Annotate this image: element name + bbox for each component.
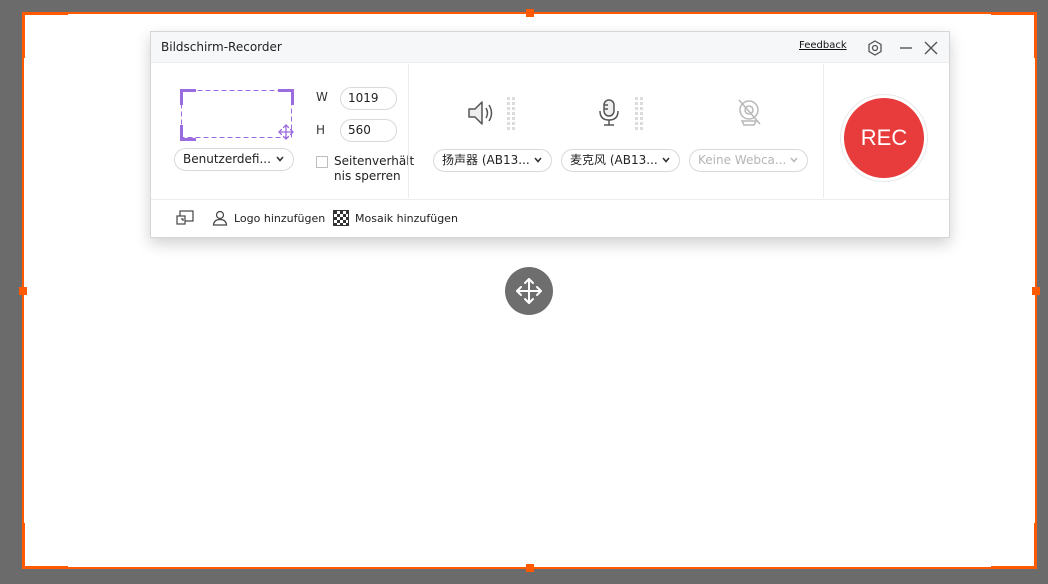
resize-handle-bottom[interactable] bbox=[526, 564, 534, 572]
width-input[interactable]: 1019 bbox=[340, 87, 397, 110]
microphone-icon[interactable] bbox=[593, 97, 625, 133]
title-bar[interactable]: Bildschirm-Recorder Feedback bbox=[151, 32, 949, 63]
speaker-value: 扬声器 (AB13... bbox=[442, 153, 530, 167]
lock-aspect-label: Seitenverhält nis sperren bbox=[334, 154, 415, 183]
webcam-off-icon[interactable] bbox=[733, 97, 765, 133]
settings-icon[interactable] bbox=[866, 39, 884, 57]
window-title: Bildschirm-Recorder bbox=[161, 40, 282, 54]
microphone-dropdown[interactable]: 麦克风 (AB13... bbox=[561, 149, 680, 172]
resize-handle-right[interactable] bbox=[1032, 287, 1040, 295]
add-mosaic-label: Mosaik hinzufügen bbox=[355, 211, 458, 225]
divider bbox=[408, 64, 409, 198]
corner-handle-bottom-left[interactable] bbox=[22, 523, 68, 569]
speaker-icon[interactable] bbox=[465, 97, 497, 133]
bottom-toolbar: Logo hinzufügen Mosaik hinzufügen bbox=[151, 199, 949, 237]
add-logo-label: Logo hinzufügen bbox=[234, 211, 326, 225]
user-logo-icon bbox=[212, 210, 228, 226]
pip-button[interactable] bbox=[176, 210, 200, 226]
chevron-down-icon bbox=[276, 156, 284, 162]
corner-handle-top-left[interactable] bbox=[22, 12, 68, 58]
region-mode-dropdown[interactable]: Benutzerdefi... bbox=[174, 148, 294, 171]
divider bbox=[823, 64, 824, 198]
chevron-down-icon bbox=[534, 157, 542, 163]
close-icon[interactable] bbox=[922, 39, 940, 57]
mosaic-icon bbox=[333, 210, 349, 226]
microphone-value: 麦克风 (AB13... bbox=[570, 153, 658, 167]
region-preview[interactable] bbox=[180, 89, 294, 141]
rec-button[interactable]: REC bbox=[844, 98, 924, 178]
move-region-button[interactable] bbox=[505, 267, 553, 315]
lock-aspect-checkbox[interactable] bbox=[316, 156, 328, 168]
resize-handle-left[interactable] bbox=[19, 287, 27, 295]
resize-handle-top[interactable] bbox=[526, 9, 534, 17]
webcam-dropdown[interactable]: Keine Webca... bbox=[689, 149, 808, 172]
height-input[interactable]: 560 bbox=[340, 119, 397, 142]
corner-handle-bottom-right[interactable] bbox=[991, 523, 1037, 569]
add-logo-button[interactable]: Logo hinzufügen bbox=[212, 210, 325, 226]
chevron-down-icon bbox=[662, 157, 670, 163]
region-mode-value: Benutzerdefi... bbox=[183, 152, 271, 166]
microphone-level-meter bbox=[635, 97, 645, 133]
rec-button-ring: REC bbox=[840, 94, 928, 182]
speaker-level-meter bbox=[507, 97, 517, 133]
recorder-window: Bildschirm-Recorder Feedback Benutzerdef… bbox=[150, 31, 950, 238]
chevron-down-icon bbox=[790, 157, 798, 163]
speaker-dropdown[interactable]: 扬声器 (AB13... bbox=[433, 149, 552, 172]
minimize-icon[interactable] bbox=[897, 39, 915, 57]
width-label: W bbox=[316, 90, 328, 104]
feedback-link[interactable]: Feedback bbox=[799, 40, 847, 51]
corner-handle-top-right[interactable] bbox=[991, 12, 1037, 58]
recorder-body: Benutzerdefi... W 1019 H 560 Seitenverhä… bbox=[151, 64, 949, 199]
pip-icon bbox=[176, 210, 194, 225]
height-label: H bbox=[316, 123, 326, 137]
webcam-value: Keine Webca... bbox=[698, 153, 787, 167]
add-mosaic-button[interactable]: Mosaik hinzufügen bbox=[333, 210, 458, 226]
move-icon bbox=[516, 278, 542, 304]
